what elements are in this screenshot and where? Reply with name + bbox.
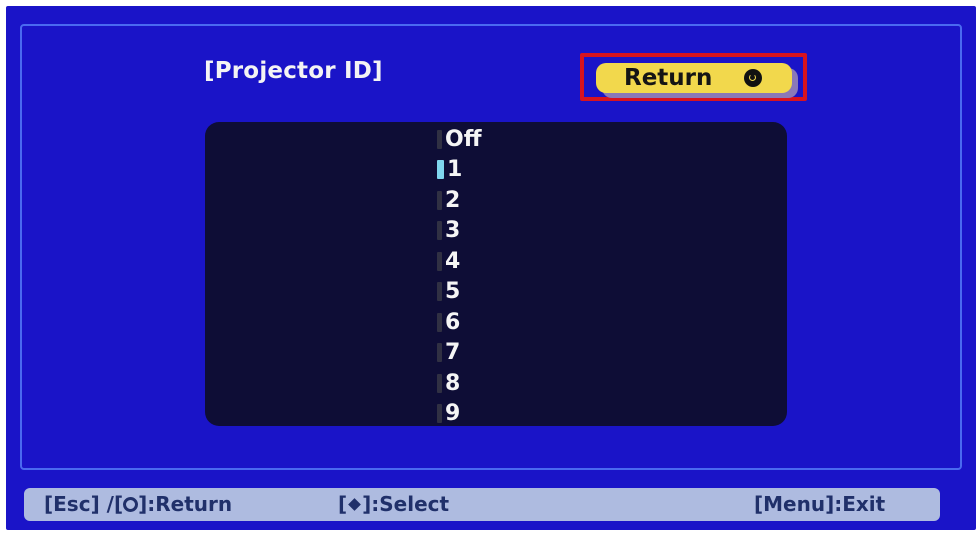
return-button[interactable]: Return [596, 63, 792, 93]
option-7[interactable]: 7 [437, 338, 460, 366]
option-label: 7 [445, 339, 461, 365]
option-1[interactable]: 1 [437, 155, 462, 183]
esc-hint-text: [Esc] /[ [44, 492, 124, 516]
option-4[interactable]: 4 [437, 247, 460, 275]
diamond-arrow-icon [348, 498, 362, 511]
radio-icon [437, 190, 442, 210]
radio-icon [437, 251, 442, 271]
select-hint-text: ]:Select [362, 492, 450, 516]
radio-icon [437, 281, 442, 301]
radio-icon [437, 342, 442, 362]
return-label: Return [624, 65, 713, 91]
option-label: 9 [445, 400, 461, 426]
option-9[interactable]: 9 [437, 399, 460, 427]
option-5[interactable]: 5 [437, 277, 460, 305]
exit-hint: [Menu]:Exit [754, 492, 886, 516]
radio-icon [437, 220, 442, 240]
select-bracket-open: [ [338, 492, 348, 516]
projector-id-list [205, 122, 787, 426]
option-3[interactable]: 3 [437, 216, 460, 244]
radio-icon [437, 373, 442, 393]
radio-icon [437, 312, 442, 332]
return-hint: [Esc] /[ ]:Return [44, 492, 232, 516]
help-bar: [Esc] /[ ]:Return [ ]:Select [Menu]:Exit [24, 488, 940, 521]
enter-icon [123, 497, 139, 512]
option-label: Off [445, 126, 482, 152]
return-hint-text: ]:Return [138, 492, 233, 516]
select-hint: [ ]:Select [338, 492, 449, 516]
radio-icon [437, 403, 442, 423]
option-off[interactable]: Off [437, 125, 482, 153]
radio-icon [437, 129, 442, 149]
option-label: 3 [445, 217, 461, 243]
option-label: 1 [447, 156, 463, 182]
enter-icon [744, 69, 762, 87]
option-2[interactable]: 2 [437, 186, 460, 214]
menu-title: [Projector ID] [204, 58, 383, 84]
option-label: 6 [445, 309, 461, 335]
option-6[interactable]: 6 [437, 308, 460, 336]
option-label: 4 [445, 248, 461, 274]
option-8[interactable]: 8 [437, 369, 460, 397]
option-label: 8 [445, 370, 461, 396]
option-label: 5 [445, 278, 461, 304]
option-label: 2 [445, 187, 461, 213]
radio-selected-icon [437, 159, 444, 179]
